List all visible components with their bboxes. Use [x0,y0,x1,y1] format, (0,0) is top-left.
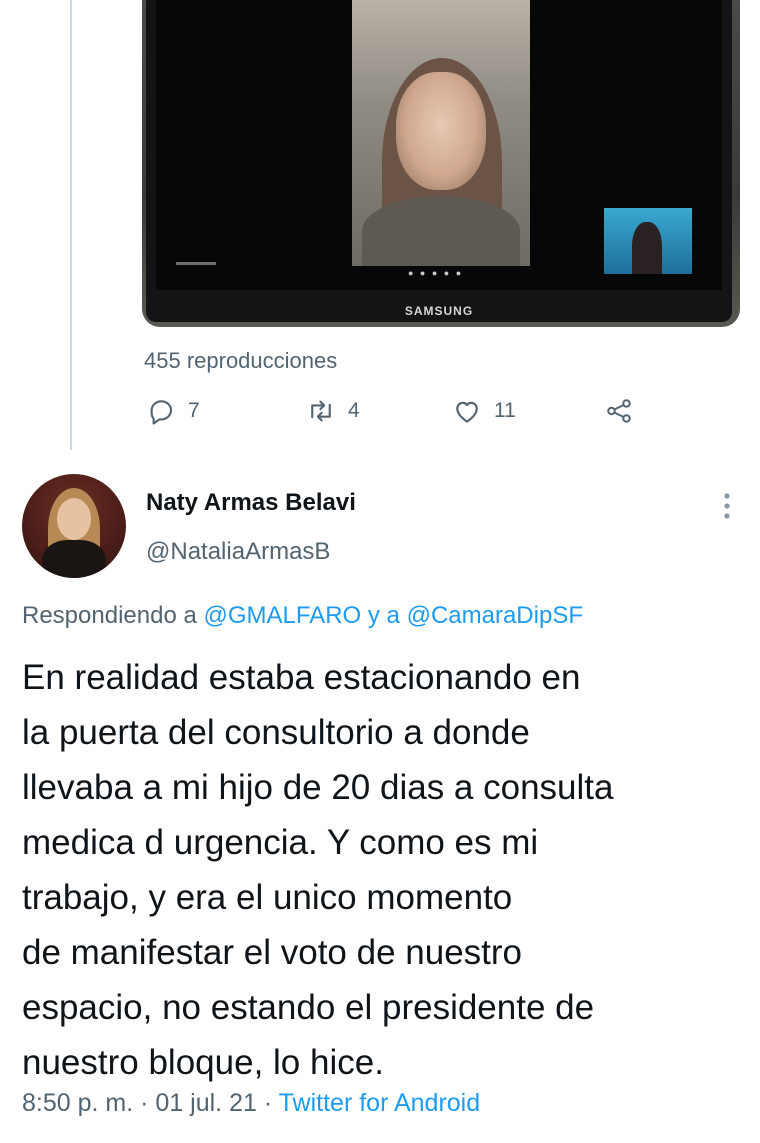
tweet-actions: 7 4 11 [146,396,746,436]
monitor-screen: ● ● ● ● ● [156,0,722,290]
thread-connector-line [70,0,72,450]
sign-language-interpreter-tile [604,208,692,274]
tweet-meta: 8:50 p. m. · 01 jul. 21 · Twitter for An… [22,1089,480,1118]
like-button[interactable]: 11 [452,396,516,426]
like-count: 11 [494,399,516,422]
replying-join: y a [367,602,400,629]
tweet-source-link[interactable]: Twitter for Android [279,1089,480,1117]
reply-count: 7 [188,399,200,422]
tweet-date[interactable]: 01 jul. 21 [155,1089,256,1117]
retweet-icon [311,400,331,422]
author-name[interactable]: Naty Armas Belavi [146,489,356,517]
avatar-face [57,498,91,540]
replying-to-line: Respondiendo a @GMALFARO y a @CamaraDipS… [22,602,583,630]
avatar-body [42,540,106,578]
tweet-text: En realidad estaba estacionando en la pu… [22,658,614,1082]
more-vertical-icon [724,493,730,519]
reply-button[interactable]: 7 [146,396,200,426]
retweet-button[interactable]: 4 [306,396,360,426]
interpreter-figure [632,222,662,274]
person-shoulders [362,196,520,266]
mention-link-camaradipsf[interactable]: @CamaraDipSF [407,602,583,629]
video-call-feed [352,0,530,266]
call-controls: ● ● ● ● ● [408,268,464,278]
view-count: 455 reproducciones [144,348,338,373]
heart-icon [456,401,478,423]
tweet-time[interactable]: 8:50 p. m. [22,1089,133,1117]
monitor-brand-logo: SAMSUNG [404,304,474,318]
monitor: ● ● ● ● ● SAMSUNG [146,0,732,322]
meta-separator: · [140,1089,149,1117]
mention-link-gmalfaro[interactable]: @GMALFARO [203,602,361,629]
author-avatar[interactable] [22,474,126,578]
screen-ui-bar [176,262,216,265]
author-handle[interactable]: @NataliaArmasB [146,538,330,566]
retweet-count: 4 [348,399,360,422]
meta-separator-2: · [263,1089,273,1117]
share-button[interactable] [604,396,634,426]
more-options-button[interactable] [712,488,742,524]
reply-icon [150,400,173,425]
share-icon [607,399,631,423]
person-face [396,72,486,190]
video-media[interactable]: ● ● ● ● ● SAMSUNG [142,0,740,327]
replying-prefix: Respondiendo a [22,602,197,629]
